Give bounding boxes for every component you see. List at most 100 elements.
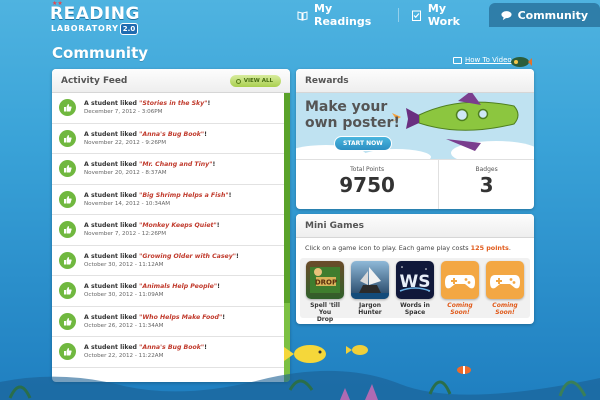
thumbs-up-icon (59, 343, 76, 361)
small-yellow-fish-icon (346, 345, 368, 355)
start-now-button[interactable]: START NOW (334, 136, 392, 151)
game-coming-soon: Coming Soon! (485, 261, 525, 318)
game-jargon-hunter[interactable]: Jargon Hunter (350, 261, 390, 318)
jargon-hunter-game-icon[interactable] (351, 261, 389, 299)
mini-games-description: Click on a game icon to play. Each game … (305, 244, 511, 252)
spell-drop-game-icon[interactable]: DROP (306, 261, 344, 299)
poster-line1: Make your (305, 99, 388, 115)
feed-item-book: "Mr. Chang and Tiny" (139, 161, 213, 169)
games-desc-suffix: . (508, 244, 511, 252)
feed-item-book: "Animals Help People" (139, 283, 218, 291)
game-label-line1: Jargon (359, 302, 381, 309)
activity-feed-title: Activity Feed (61, 75, 128, 86)
list-item: A student liked "Animals Help People"! O… (52, 276, 284, 307)
thumbs-up-icon (59, 129, 76, 147)
feed-item-prefix: A student liked (84, 283, 140, 291)
tab-my-work-label: My Work (427, 2, 460, 28)
view-all-button[interactable]: VIEW ALL (229, 75, 281, 87)
poster-line2: own poster! (305, 115, 400, 131)
total-points-label: Total Points (350, 166, 385, 173)
feed-item-suffix: ! (207, 100, 211, 108)
games-desc-prefix: Click on a game icon to play. Each game … (305, 244, 471, 252)
thumbs-up-icon (59, 221, 76, 239)
activity-feed-panel: Activity Feed VIEW ALL A student liked "… (52, 69, 290, 382)
poster-banner[interactable]: Make your own poster! START NOW (296, 93, 534, 159)
game-label: Jargon Hunter (350, 302, 390, 316)
page-title: Community (52, 44, 149, 62)
thumbs-up-icon (59, 282, 76, 300)
rewards-title: Rewards (305, 75, 349, 86)
feed-item-suffix: ! (235, 252, 239, 260)
feed-item-suffix: ! (217, 283, 220, 291)
mini-games-header: Mini Games (296, 214, 534, 238)
game-label: Spell 'till You Drop (305, 302, 345, 323)
feed-item-book: "Monkey Keeps Quiet" (139, 222, 217, 230)
speech-bubble-icon (501, 10, 512, 21)
game-spell-till-you-drop[interactable]: DROP Spell 'till You Drop (305, 261, 345, 323)
feed-item-book: "Who Helps Make Food" (139, 313, 223, 321)
thumbs-up-icon (59, 312, 76, 330)
tab-my-work[interactable]: My Work (399, 2, 489, 28)
game-coming-soon: Coming Soon! (440, 261, 480, 318)
feed-item-date: October 30, 2012 - 11:12AM (84, 261, 164, 268)
words-in-space-game-icon[interactable]: WS (396, 261, 434, 299)
game-label-line1: Spell 'till You (310, 302, 340, 316)
feed-item-date: November 20, 2012 - 8:37AM (84, 170, 167, 177)
reading-laboratory-logo[interactable]: ★★ READING LABORATORY 2.0 (50, 0, 140, 40)
tab-community[interactable]: Community (488, 3, 600, 27)
total-points-value: 9750 (339, 173, 395, 197)
rewards-header: Rewards (296, 69, 534, 93)
badges-stat: Badges 3 (438, 160, 534, 209)
feed-item-suffix: ! (212, 161, 216, 169)
feed-item-prefix: A student liked (84, 130, 140, 138)
feed-item-book: "Anna's Bug Book" (139, 130, 205, 138)
thumbs-up-icon (59, 251, 76, 269)
feed-scrollbar[interactable] (284, 93, 290, 382)
game-label-line2: Space (404, 309, 426, 316)
submarine-fish-icon (511, 57, 532, 67)
game-controller-icon (486, 261, 524, 299)
feed-item-date: November 14, 2012 - 10:34AM (84, 200, 171, 207)
how-to-video-label: How To Video (465, 56, 512, 64)
feed-item-prefix: A student liked (84, 222, 140, 230)
feed-item-prefix: A student liked (84, 100, 140, 108)
feed-item-prefix: A student liked (84, 191, 140, 199)
clownfish-icon (457, 366, 471, 374)
feed-scrollbar-thumb[interactable] (284, 93, 290, 303)
badges-label: Badges (475, 166, 498, 173)
feed-item-prefix: A student liked (84, 161, 140, 169)
list-item: A student liked "Who Helps Make Food"! O… (52, 307, 284, 337)
checklist-icon (411, 10, 422, 21)
feed-item-date: December 7, 2012 - 3:06PM (84, 109, 163, 116)
feed-item-suffix: ! (228, 191, 232, 199)
game-controller-icon (441, 261, 479, 299)
tab-my-readings[interactable]: My Readings (285, 2, 398, 28)
mini-games-panel: Mini Games Click on a game icon to play.… (296, 214, 534, 324)
thumbs-up-icon (59, 190, 76, 208)
logo-line1: READING (50, 4, 140, 24)
top-nav: My Readings My Work Community (285, 2, 600, 28)
game-words-in-space[interactable]: WS Words in Space (395, 261, 435, 318)
feed-item-date: November 7, 2012 - 12:26PM (84, 231, 167, 238)
feed-item-suffix: ! (222, 313, 226, 321)
game-label-line1: Words in (400, 302, 430, 309)
logo-line2: LABORATORY (51, 24, 119, 33)
thumbs-up-icon (59, 99, 76, 117)
activity-feed-list: A student liked "Stories in the Sky"! De… (52, 93, 284, 382)
book-icon (297, 10, 308, 21)
tab-my-readings-label: My Readings (314, 2, 372, 28)
feed-item-book: "Growing Older with Casey" (139, 252, 236, 260)
feed-item-suffix: ! (204, 130, 207, 138)
feed-item-date: November 22, 2012 - 9:26PM (84, 139, 167, 146)
game-label-line2: Drop (316, 316, 334, 323)
video-icon (453, 56, 462, 64)
poster-text: Make your own poster! (305, 99, 400, 131)
how-to-video-link[interactable]: How To Video (453, 56, 512, 64)
thumbs-up-icon (59, 160, 76, 178)
feed-item-date: October 30, 2012 - 11:09AM (84, 292, 164, 299)
mini-games-title: Mini Games (305, 220, 364, 231)
list-item: A student liked "Anna's Bug Book"! Octob… (52, 337, 284, 368)
total-points-stat: Total Points 9750 (296, 160, 438, 209)
feed-item-book: "Stories in the Sky" (139, 100, 208, 108)
list-item: A student liked "Stories in the Sky"! De… (52, 93, 284, 124)
